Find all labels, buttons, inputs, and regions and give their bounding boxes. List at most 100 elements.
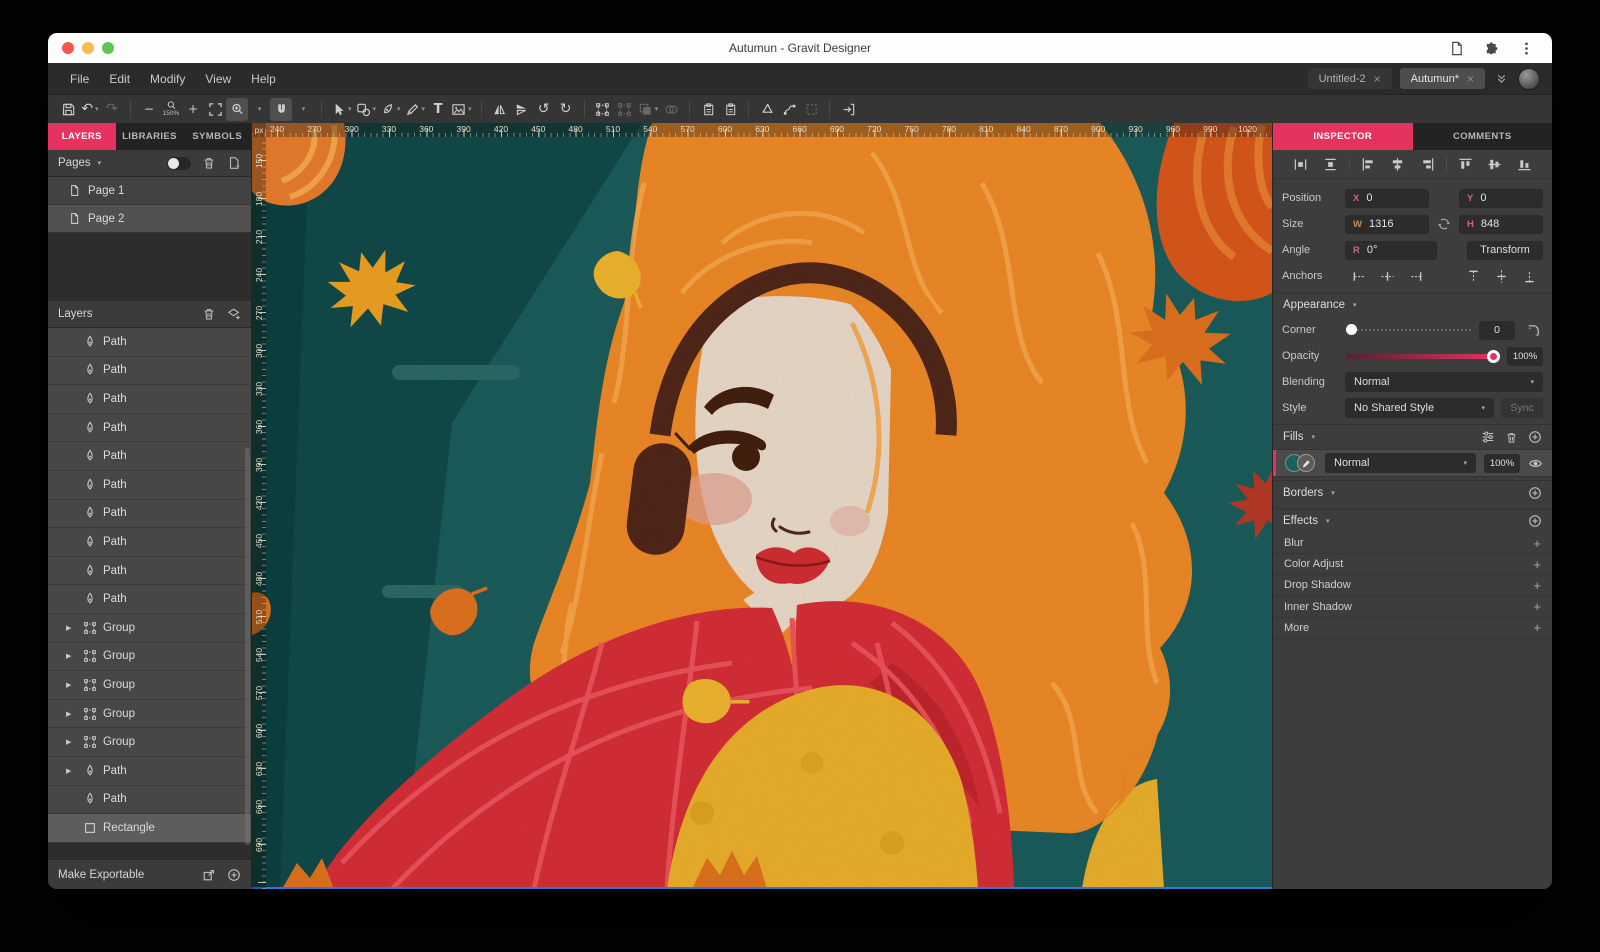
transform-button[interactable]: Transform <box>1467 241 1543 260</box>
layer-row-path[interactable]: Path <box>48 557 251 586</box>
size-height-field[interactable]: H848 <box>1459 215 1543 234</box>
anchor-right-icon[interactable] <box>1408 269 1423 284</box>
canvas-artwork[interactable] <box>252 123 1272 889</box>
blending-dropdown[interactable]: Normal▾ <box>1345 372 1543 392</box>
align-center-horizontal-icon[interactable] <box>1383 157 1412 172</box>
expand-arrow-icon[interactable]: ▶ <box>66 767 77 775</box>
menu-modify[interactable]: Modify <box>140 72 195 86</box>
fit-screen-button[interactable] <box>204 98 226 121</box>
position-x-field[interactable]: X0 <box>1345 189 1429 208</box>
pen-tool-button[interactable]: ▾ <box>378 98 403 121</box>
fill-row[interactable]: Normal▾ 100% <box>1273 449 1552 477</box>
page-row[interactable]: Page 1 <box>48 177 251 205</box>
layers-header[interactable]: Layers <box>48 301 251 328</box>
avatar[interactable] <box>1518 68 1540 90</box>
pages-toggle[interactable] <box>167 157 191 170</box>
add-effect-icon[interactable] <box>1528 514 1542 528</box>
style-dropdown[interactable]: No Shared Style▾ <box>1345 398 1494 418</box>
connector-button[interactable] <box>778 98 800 121</box>
flip-vertical-button[interactable] <box>511 98 533 121</box>
angle-field[interactable]: R0° <box>1345 241 1437 260</box>
effect-row-color-adjust[interactable]: Color Adjust+ <box>1273 554 1552 575</box>
page-row[interactable]: Page 2 <box>48 205 251 233</box>
corner-slider[interactable] <box>1346 329 1471 331</box>
menu-help[interactable]: Help <box>241 72 286 86</box>
zoom-out-button[interactable]: − <box>138 98 160 121</box>
anchor-center-icon[interactable] <box>1380 269 1395 284</box>
text-tool-button[interactable]: T <box>427 98 449 121</box>
layer-row-path[interactable]: Path <box>48 357 251 386</box>
size-width-field[interactable]: W1316 <box>1345 215 1429 234</box>
group-button[interactable] <box>592 98 614 121</box>
distribute-horizontal-icon[interactable] <box>1286 157 1315 172</box>
sync-button[interactable]: Sync <box>1501 398 1543 418</box>
add-layer-icon[interactable] <box>227 307 241 321</box>
layer-row-group[interactable]: ▶Group <box>48 643 251 672</box>
add-export-icon[interactable] <box>227 868 241 882</box>
tab-layers[interactable]: LAYERS <box>48 123 116 150</box>
delete-page-icon[interactable] <box>202 156 216 170</box>
shape-tool-button[interactable]: ▾ <box>354 98 379 121</box>
redo-button[interactable]: ↷ <box>101 98 123 121</box>
opacity-slider[interactable] <box>1346 354 1499 359</box>
tab-libraries[interactable]: LIBRARIES <box>116 123 184 150</box>
zoom-window-button[interactable] <box>102 42 114 54</box>
undo-button[interactable]: ↶▾ <box>79 98 101 121</box>
compound-button[interactable] <box>660 98 682 121</box>
layer-row-path[interactable]: Path <box>48 585 251 614</box>
expand-arrow-icon[interactable]: ▶ <box>66 738 77 746</box>
image-tool-button[interactable]: ▾ <box>449 98 474 121</box>
layer-row-group[interactable]: ▶Group <box>48 614 251 643</box>
fill-blend-dropdown[interactable]: Normal▾ <box>1325 453 1476 473</box>
close-tab-icon[interactable]: × <box>1374 73 1381 85</box>
effect-row-inner-shadow[interactable]: Inner Shadow+ <box>1273 597 1552 618</box>
fill-opacity-field[interactable]: 100% <box>1484 454 1520 473</box>
corner-value-field[interactable]: 0 <box>1479 321 1515 340</box>
snap-chevron[interactable]: ▾ <box>292 98 314 121</box>
expand-arrow-icon[interactable]: ▶ <box>66 652 77 660</box>
appearance-header[interactable]: Appearance ▾ <box>1273 292 1552 317</box>
convert-path-button[interactable] <box>756 98 778 121</box>
rotate-ccw-button[interactable]: ↺ <box>533 98 555 121</box>
add-page-icon[interactable] <box>227 156 241 170</box>
kebab-menu-icon[interactable] <box>1519 41 1534 56</box>
horizontal-ruler[interactable]: 2402703003303603904204504805105405706006… <box>252 123 1272 137</box>
layer-row-path[interactable]: Path <box>48 385 251 414</box>
new-document-icon[interactable] <box>1449 41 1464 56</box>
marquee-button[interactable] <box>800 98 822 121</box>
fills-header[interactable]: Fills ▾ <box>1273 424 1552 449</box>
layer-row-path[interactable]: ▶Path <box>48 757 251 786</box>
add-border-icon[interactable] <box>1528 486 1542 500</box>
position-y-field[interactable]: Y0 <box>1459 189 1543 208</box>
tab-comments[interactable]: COMMENTS <box>1413 123 1553 150</box>
close-tab-icon[interactable]: × <box>1467 73 1474 85</box>
tab-inspector[interactable]: INSPECTOR <box>1273 123 1413 150</box>
vertical-ruler[interactable]: 1501802102402703003303603904204504805105… <box>252 137 266 889</box>
zoom-in-button[interactable]: + <box>182 98 204 121</box>
fill-visibility-eye-icon[interactable] <box>1528 456 1543 471</box>
add-fill-icon[interactable] <box>1528 430 1542 444</box>
opacity-value-field[interactable]: 100% <box>1507 347 1543 366</box>
make-exportable-bar[interactable]: Make Exportable <box>48 859 251 889</box>
layer-row-path[interactable]: Path <box>48 500 251 529</box>
canvas-viewport[interactable]: 2402703003303603904204504805105405706006… <box>252 123 1272 889</box>
layer-row-path[interactable]: Path <box>48 414 251 443</box>
layer-row-path[interactable]: Path <box>48 328 251 357</box>
export-image-icon[interactable] <box>202 868 216 882</box>
layer-row-path[interactable]: Path <box>48 786 251 815</box>
doc-tab-untitled-2[interactable]: Untitled-2× <box>1308 68 1392 89</box>
copy-style-button[interactable] <box>697 98 719 121</box>
menu-view[interactable]: View <box>195 72 241 86</box>
doc-tab-autumun-[interactable]: Autumun*× <box>1400 68 1485 89</box>
effect-row-drop-shadow[interactable]: Drop Shadow+ <box>1273 575 1552 596</box>
link-dimensions-icon[interactable] <box>1436 217 1452 231</box>
menu-edit[interactable]: Edit <box>99 72 140 86</box>
layer-row-group[interactable]: ▶Group <box>48 671 251 700</box>
layers-scrollbar[interactable] <box>245 448 250 845</box>
add-more-icon[interactable]: + <box>1533 621 1541 634</box>
anchor-middle-icon[interactable] <box>1494 269 1509 284</box>
add-blur-icon[interactable]: + <box>1533 537 1541 550</box>
ruler-unit-label[interactable]: px <box>252 123 266 137</box>
tab-overflow-icon[interactable] <box>1495 72 1508 85</box>
layer-row-path[interactable]: Path <box>48 442 251 471</box>
